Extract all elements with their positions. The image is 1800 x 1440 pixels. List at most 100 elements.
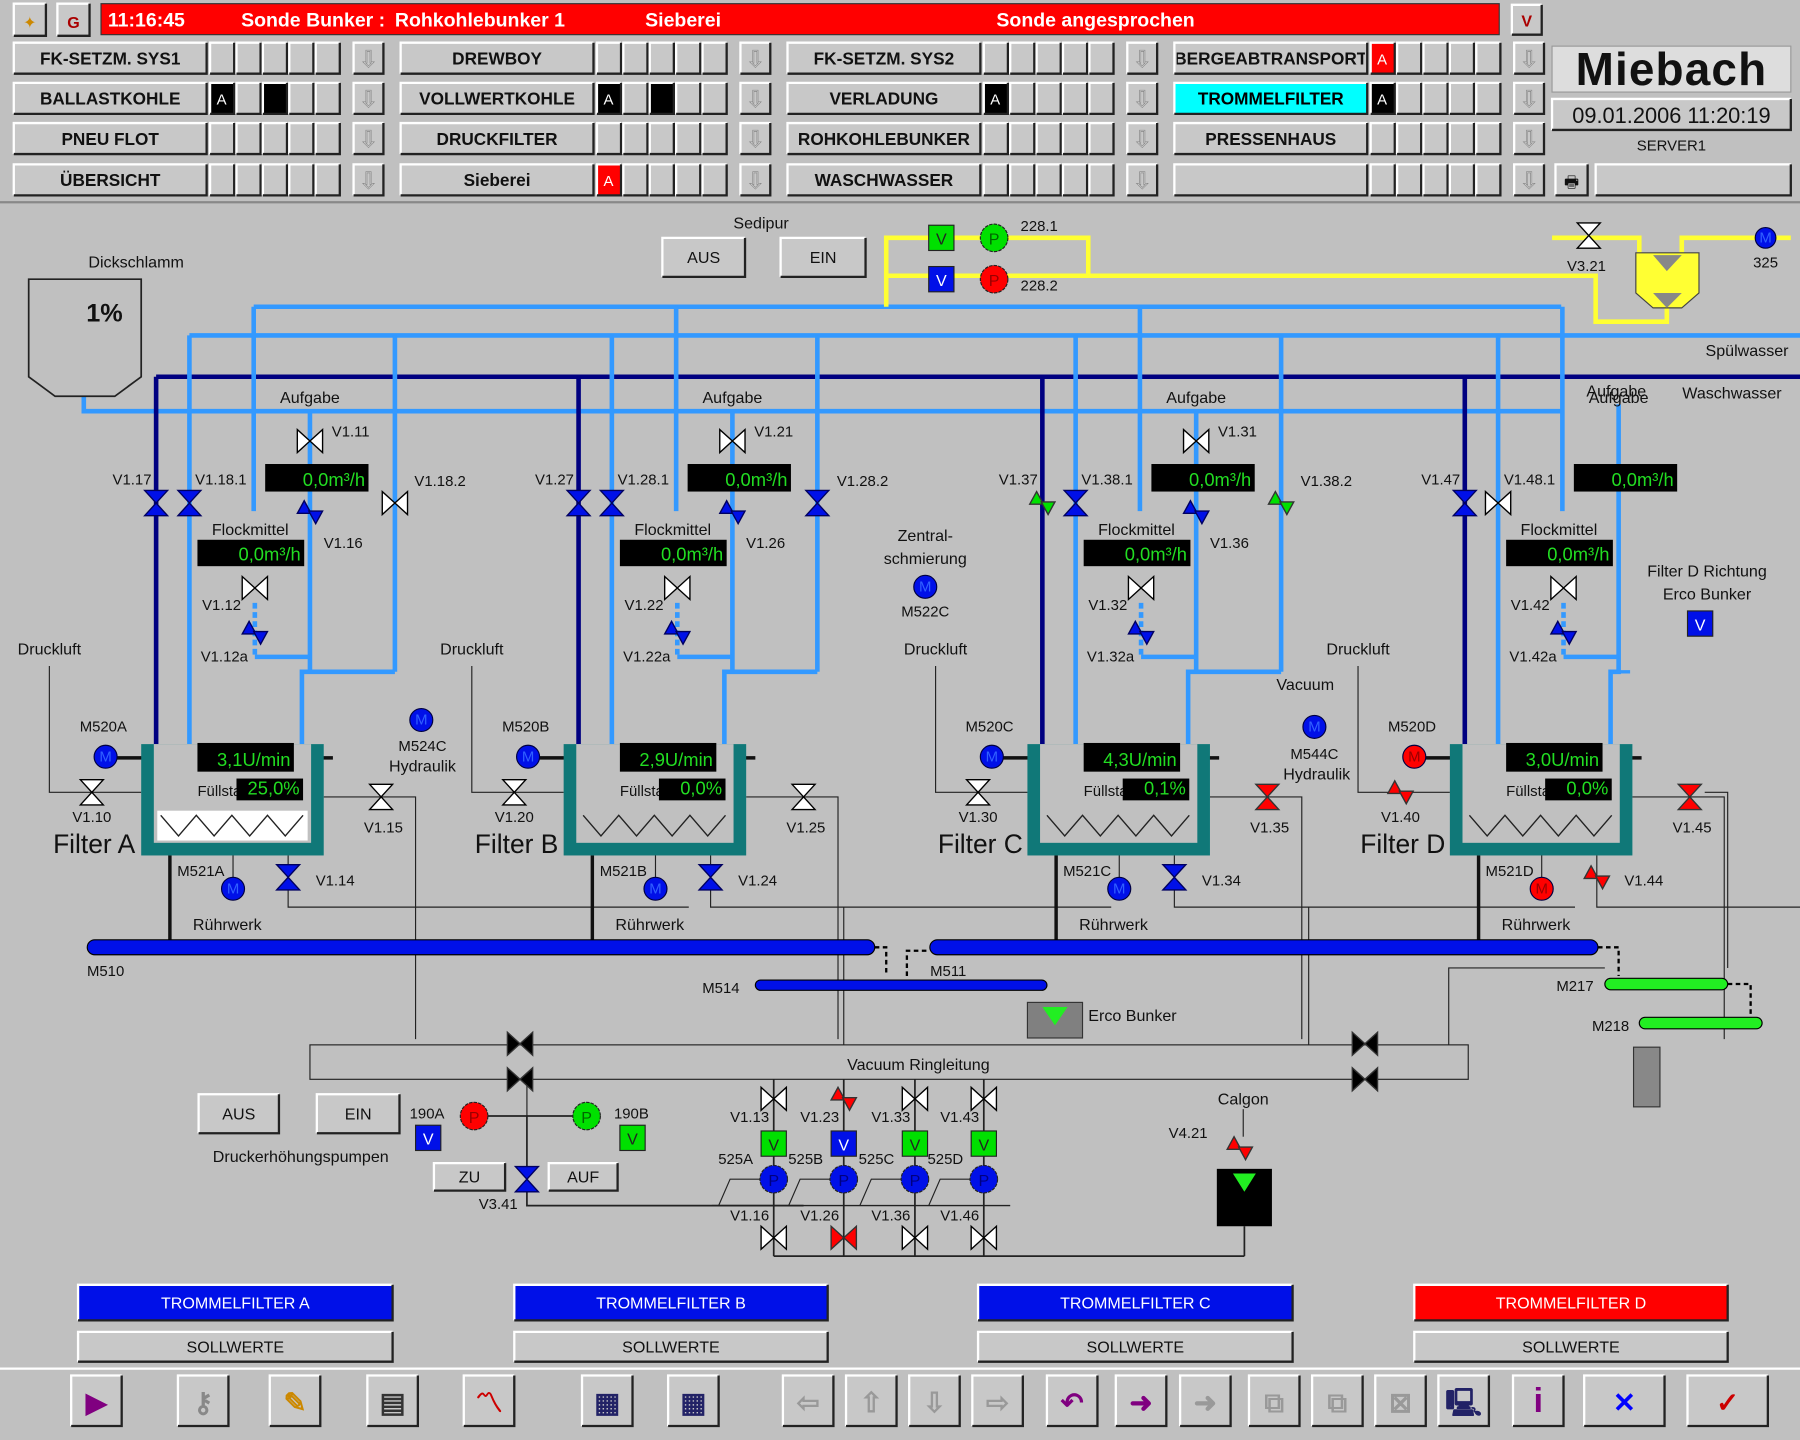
dropdown-arrow-button[interactable]: ⇩ xyxy=(739,81,772,116)
drive-motor[interactable]: M xyxy=(1402,744,1427,769)
drive-motor[interactable]: M xyxy=(93,744,118,769)
conveyor-m218[interactable] xyxy=(1638,1016,1763,1030)
dosing-pump[interactable]: P xyxy=(979,223,1009,253)
dropdown-arrow-button[interactable]: ⇩ xyxy=(352,121,385,156)
trommelfilter-button[interactable]: TROMMELFILTER D xyxy=(1413,1283,1729,1322)
dickschlamm-tank[interactable] xyxy=(27,278,143,398)
vacuum-pump-valve[interactable]: V xyxy=(830,1130,857,1157)
drive-motor[interactable]: M xyxy=(979,744,1004,769)
v341-auf-button[interactable]: AUF xyxy=(547,1161,619,1192)
dropdown-arrow-button[interactable]: ⇩ xyxy=(352,41,385,75)
dropdown-arrow-button[interactable]: ⇩ xyxy=(1126,163,1159,197)
boost-ein-button[interactable]: EIN xyxy=(315,1093,401,1135)
conveyor-m217[interactable] xyxy=(1604,977,1729,991)
sedipur-ein-button[interactable]: EIN xyxy=(779,236,867,279)
stirrer-motor[interactable]: M xyxy=(1107,876,1132,901)
dosing-pump[interactable]: P xyxy=(979,264,1009,294)
dropdown-arrow-button[interactable]: ⇩ xyxy=(1513,81,1546,116)
vacuum-pump[interactable]: P xyxy=(829,1164,859,1194)
dropdown-arrow-button[interactable]: ⇩ xyxy=(739,163,772,197)
dosing-valve[interactable]: V xyxy=(928,224,955,252)
vacuum-pump[interactable]: P xyxy=(900,1164,930,1194)
nav-button[interactable]: FK-SETZM. SYS1 xyxy=(12,41,208,75)
sedipur-aus-button[interactable]: AUS xyxy=(661,236,747,279)
dropdown-arrow-button[interactable]: ⇩ xyxy=(1513,163,1546,197)
toolbar-button[interactable]: ⇨ xyxy=(971,1374,1024,1428)
nav-button[interactable]: DREWBOY xyxy=(399,41,595,75)
conveyor-m514[interactable] xyxy=(754,979,1048,991)
nav-button[interactable]: BERGEABTRANSPORT xyxy=(1173,41,1369,75)
conveyor-m510[interactable] xyxy=(86,939,876,956)
pump-190b[interactable]: P xyxy=(572,1101,601,1131)
toolbar-button[interactable]: ▦ xyxy=(666,1374,720,1428)
stirrer-motor[interactable]: M xyxy=(220,876,246,901)
dropdown-arrow-button[interactable]: ⇩ xyxy=(352,163,385,197)
nav-button[interactable]: FK-SETZM. SYS2 xyxy=(786,41,982,75)
nav-button[interactable]: VERLADUNG xyxy=(786,81,982,116)
nav-button[interactable]: WASCHWASSER xyxy=(786,163,982,197)
trommelfilter-button[interactable]: TROMMELFILTER B xyxy=(513,1283,829,1322)
nav-button[interactable]: ÜBERSICHT xyxy=(12,163,208,197)
nav-button[interactable]: BALLASTKOHLE xyxy=(12,81,208,116)
nav-button[interactable] xyxy=(1173,163,1369,197)
dropdown-arrow-button[interactable]: ⇩ xyxy=(1126,41,1159,75)
filter-d-direction-valve[interactable]: V xyxy=(1686,610,1714,637)
motor-325[interactable]: M xyxy=(1754,226,1777,249)
trommelfilter-button[interactable]: TROMMELFILTER A xyxy=(76,1283,394,1322)
dropdown-arrow-button[interactable]: ⇩ xyxy=(1513,41,1546,75)
vacuum-pump[interactable]: P xyxy=(969,1164,999,1194)
toolbar-button[interactable]: ✓ xyxy=(1686,1374,1770,1428)
toolbar-button[interactable]: ⇦ xyxy=(781,1374,835,1428)
toolbar-button[interactable]: ⇩ xyxy=(908,1374,961,1428)
nav-button[interactable]: DRUCKFILTER xyxy=(399,121,595,156)
stirrer-motor[interactable]: M xyxy=(643,876,668,901)
toolbar-button[interactable]: ➜ xyxy=(1114,1374,1168,1428)
toolbar-button[interactable]: ↶ xyxy=(1045,1374,1099,1428)
toolbar-button[interactable]: ▤ xyxy=(366,1374,420,1428)
conveyor-m511[interactable] xyxy=(929,939,1599,956)
toolbar-button[interactable]: ⧉ xyxy=(1247,1374,1301,1428)
sollwerte-button[interactable]: SOLLWERTE xyxy=(976,1330,1294,1363)
nav-button[interactable]: PRESSENHAUS xyxy=(1173,121,1369,156)
toolbar-button[interactable]: ▶ xyxy=(70,1374,123,1428)
toolbar-button[interactable]: i xyxy=(1511,1374,1565,1428)
sollwerte-button[interactable]: SOLLWERTE xyxy=(513,1330,829,1363)
dropdown-arrow-button[interactable]: ⇩ xyxy=(739,41,772,75)
nav-button[interactable]: VOLLWERTKOHLE xyxy=(399,81,595,116)
toolbar-button[interactable]: 🖳 xyxy=(1437,1374,1491,1428)
motor-m524c[interactable]: M xyxy=(409,707,434,733)
pump-190a[interactable]: P xyxy=(459,1101,489,1131)
v341-zu-button[interactable]: ZU xyxy=(432,1161,507,1192)
boost-aus-button[interactable]: AUS xyxy=(197,1093,281,1135)
pump-190a-valve[interactable]: V xyxy=(414,1124,442,1152)
vacuum-pump-valve[interactable]: V xyxy=(760,1130,787,1157)
pump-190b-valve[interactable]: V xyxy=(619,1124,646,1152)
dosing-valve[interactable]: V xyxy=(928,265,955,293)
dropdown-arrow-button[interactable]: ⇩ xyxy=(1126,81,1159,116)
toolbar-button[interactable]: ✕ xyxy=(1583,1374,1666,1428)
motor-m544c[interactable]: M xyxy=(1302,714,1327,739)
toolbar-button[interactable]: ⊠ xyxy=(1374,1374,1427,1428)
nav-button[interactable]: Sieberei xyxy=(399,163,595,197)
sollwerte-button[interactable]: SOLLWERTE xyxy=(1413,1330,1729,1363)
toolbar-button[interactable]: ✎ xyxy=(268,1374,322,1428)
dropdown-arrow-button[interactable]: ⇩ xyxy=(739,121,772,156)
toolbar-button[interactable]: ⇧ xyxy=(844,1374,898,1428)
nav-button[interactable]: ROHKOHLEBUNKER xyxy=(786,121,982,156)
toolbar-button[interactable]: ⧉ xyxy=(1310,1374,1364,1428)
trommelfilter-button[interactable]: TROMMELFILTER C xyxy=(976,1283,1294,1322)
dropdown-arrow-button[interactable]: ⇩ xyxy=(1513,121,1546,156)
toolbar-button[interactable]: ⚷ xyxy=(176,1374,230,1428)
nav-button[interactable]: PNEU FLOT xyxy=(12,121,208,156)
toolbar-button[interactable]: ➜ xyxy=(1178,1374,1232,1428)
vacuum-pump-valve[interactable]: V xyxy=(970,1130,998,1157)
toolbar-button[interactable]: 〽 xyxy=(462,1374,516,1428)
motor-m522c[interactable]: M xyxy=(913,574,938,599)
toolbar-button[interactable]: ▦ xyxy=(580,1374,634,1428)
stirrer-motor[interactable]: M xyxy=(1529,876,1554,901)
vacuum-pump[interactable]: P xyxy=(759,1164,789,1194)
drive-motor[interactable]: M xyxy=(516,744,541,769)
dropdown-arrow-button[interactable]: ⇩ xyxy=(1126,121,1159,156)
vacuum-pump-valve[interactable]: V xyxy=(901,1130,929,1157)
sollwerte-button[interactable]: SOLLWERTE xyxy=(76,1330,394,1363)
